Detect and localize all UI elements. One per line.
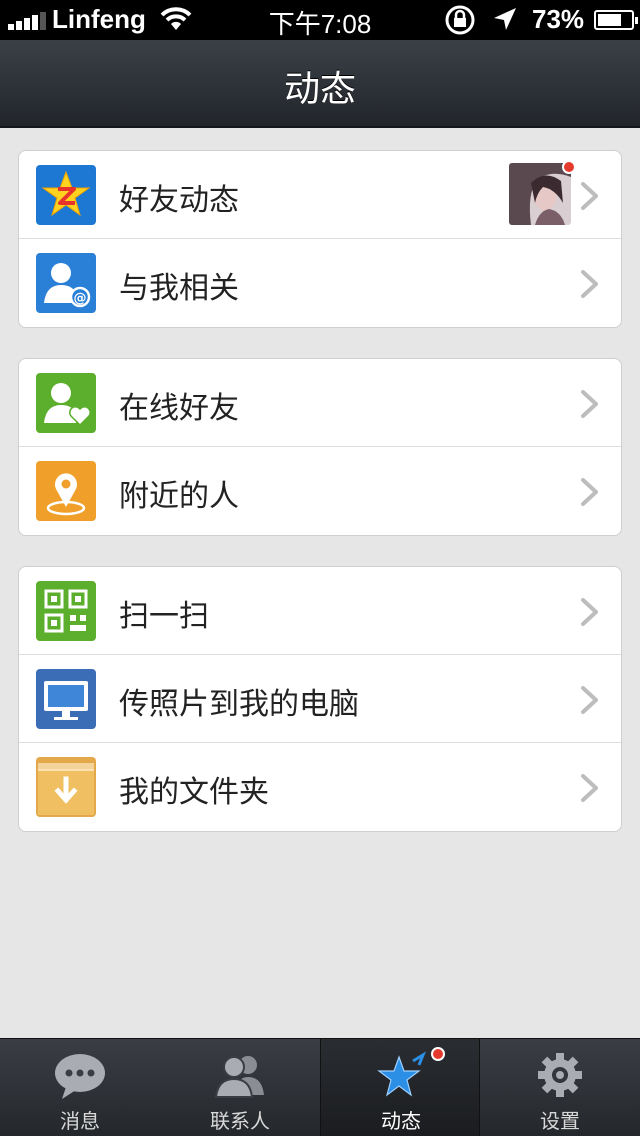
chevron-right-icon — [581, 774, 598, 802]
battery-percent: 73% — [532, 4, 585, 34]
menu-item-my-folder[interactable]: 我的文件夹 — [19, 743, 621, 831]
folder-download-icon — [36, 757, 96, 817]
battery-icon — [594, 10, 638, 30]
star-icon — [377, 1051, 427, 1097]
friend-photo-thumbnail — [509, 163, 571, 225]
tab-label: 联系人 — [210, 1109, 270, 1133]
tab-label: 设置 — [540, 1109, 580, 1133]
menu-item-label: 在线好友 — [119, 391, 239, 426]
menu-item-friend-feeds[interactable]: 好友动态 — [19, 151, 621, 239]
chevron-right-icon — [581, 598, 598, 626]
gear-icon — [538, 1053, 582, 1097]
contacts-icon — [214, 1056, 264, 1098]
tab-settings[interactable]: 设置 — [480, 1039, 640, 1136]
menu-item-scan[interactable]: 扫一扫 — [19, 567, 621, 655]
chevron-right-icon — [581, 390, 598, 418]
chevron-right-icon — [581, 686, 598, 714]
menu-item-label: 扫一扫 — [119, 599, 209, 634]
qr-code-icon — [36, 581, 96, 641]
menu-item-label: 我的文件夹 — [119, 775, 269, 810]
person-heart-icon — [36, 373, 96, 433]
qzone-star-icon — [36, 165, 96, 225]
chevron-right-icon — [581, 478, 598, 506]
menu-item-label: 传照片到我的电脑 — [119, 687, 359, 722]
menu-item-nearby-people[interactable]: 附近的人 — [19, 447, 621, 535]
computer-monitor-icon — [36, 669, 96, 729]
menu-item-send-photo-to-computer[interactable]: 传照片到我的电脑 — [19, 655, 621, 743]
menu-item-related-to-me[interactable]: @ 与我相关 — [19, 239, 621, 327]
tab-label: 动态 — [381, 1109, 421, 1133]
tab-label: 消息 — [60, 1109, 100, 1133]
menu-item-label: 好友动态 — [119, 183, 239, 218]
navigation-bar: 动态 — [0, 40, 640, 128]
menu-group-feeds: 好友动态 @ 与我相关 — [18, 150, 622, 328]
page-title: 动态 — [283, 69, 356, 110]
chevron-right-icon — [581, 182, 598, 210]
chat-bubble-icon — [55, 1054, 105, 1099]
menu-group-tools: 扫一扫 传照片到我的电脑 我的文件夹 — [18, 566, 622, 832]
tab-contacts[interactable]: 联系人 — [160, 1039, 320, 1136]
tab-feeds[interactable]: 动态 — [320, 1039, 480, 1136]
menu-item-online-friends[interactable]: 在线好友 — [19, 359, 621, 447]
svg-text:@: @ — [74, 291, 87, 306]
rotation-lock-icon — [445, 5, 475, 35]
location-pin-icon — [36, 461, 96, 521]
tab-messages[interactable]: 消息 — [0, 1039, 160, 1136]
tab-bar: 消息 联系人 动态 设置 — [0, 1038, 640, 1136]
notification-badge — [431, 1047, 445, 1061]
notification-badge — [562, 160, 576, 174]
location-arrow-icon — [494, 8, 516, 30]
menu-item-label: 与我相关 — [119, 271, 239, 306]
chevron-right-icon — [581, 270, 598, 298]
person-at-icon: @ — [36, 253, 96, 313]
menu-item-label: 附近的人 — [119, 479, 239, 514]
menu-group-people: 在线好友 附近的人 — [18, 358, 622, 536]
status-bar: Linfeng 下午7:08 73% — [0, 0, 640, 40]
